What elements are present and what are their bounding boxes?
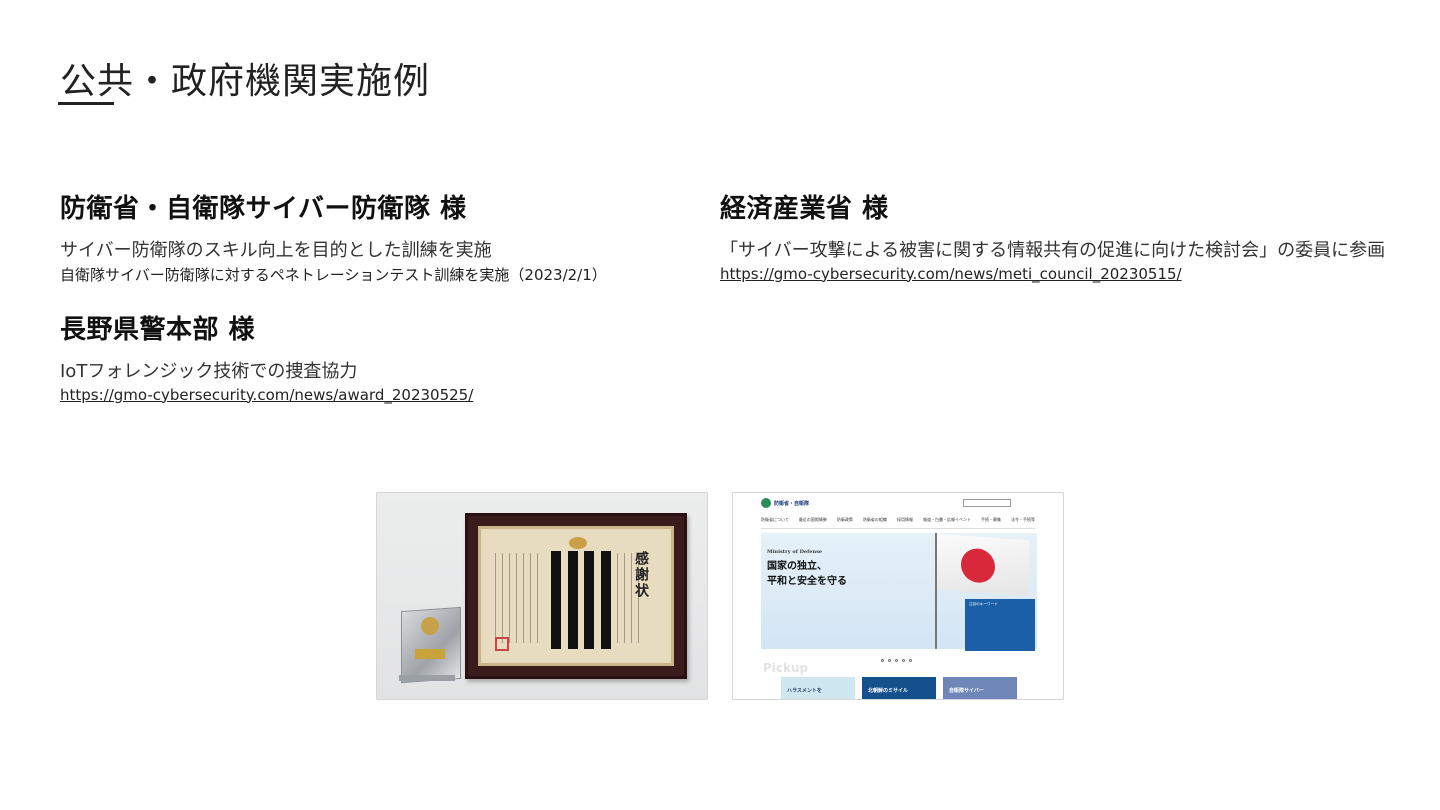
site-header: 防衛省・自衛隊 (733, 493, 1063, 513)
pickup-tile: 北朝鮮のミサイル (862, 677, 936, 699)
site-nav-item: 防衛省について (761, 517, 789, 522)
case-ministry-of-defense: 防衛省・自衛隊サイバー防衛隊 様 サイバー防衛隊のスキル向上を目的とした訓練を実… (60, 194, 607, 286)
case-description: 「サイバー攻撃による被害に関する情報共有の促進に向けた検討会」の委員に参画 (720, 240, 1386, 262)
red-stamp-icon (495, 637, 509, 651)
hero-line: 国家の独立、 (767, 561, 827, 572)
mod-logo-icon (761, 498, 771, 508)
redaction-bars (551, 551, 611, 649)
site-nav-item: 最近の国際情勢 (798, 517, 827, 522)
certificate-title: 感謝状 (633, 551, 649, 599)
case-link[interactable]: https://gmo-cybersecurity.com/news/award… (60, 386, 473, 404)
carousel-dots (881, 659, 912, 662)
site-tools (963, 499, 1011, 507)
case-link[interactable]: https://gmo-cybersecurity.com/news/meti_… (720, 265, 1182, 283)
keyword-panel-title: 注目のキーワード (969, 602, 998, 606)
site-nav-item: 採用情報 (896, 517, 913, 522)
case-note: 自衛隊サイバー防衛隊に対するペネトレーションテスト訓練を実施（2023/2/1） (60, 265, 607, 284)
site-nav-item: 防衛省の組織 (862, 517, 887, 522)
case-meti: 経済産業省 様 「サイバー攻撃による被害に関する情報共有の促進に向けた検討会」の… (720, 194, 1385, 283)
case-heading: 長野県警本部 様 (60, 315, 256, 345)
case-description: サイバー防衛隊のスキル向上を目的とした訓練を実施 (60, 240, 492, 262)
certificate-text-lines (495, 553, 543, 643)
pickup-tile-text: 北朝鮮のミサイル (868, 688, 909, 694)
site-nav-item: 防衛政策 (836, 517, 853, 522)
site-nav-item: 手続・募集 (980, 517, 1001, 522)
hero-copy: 国家の独立、 平和と安全を守る (767, 559, 847, 589)
trophy-base (399, 675, 455, 681)
case-description: IoTフォレンジック技術での捜査協力 (60, 361, 358, 383)
site-search-box (963, 499, 1011, 507)
flag-sun (961, 547, 995, 584)
keyword-panel: 注目のキーワード (965, 599, 1035, 651)
trophy-plate (415, 649, 445, 659)
site-nav-item: 法令・手続等 (1011, 517, 1035, 522)
pickup-tile: 自衛隊サイバー (943, 677, 1017, 699)
case-heading: 経済産業省 様 (720, 194, 889, 224)
title-underline (58, 102, 114, 105)
pickup-tile-text: 自衛隊サイバー (949, 688, 984, 694)
certificate-photo: 感謝状 (376, 492, 708, 700)
site-logo: 防衛省・自衛隊 (774, 500, 810, 507)
trophy-emblem-icon (421, 617, 439, 635)
gold-seal-icon (569, 537, 587, 549)
case-nagano-police: 長野県警本部 様 IoTフォレンジック技術での捜査協力 https://gmo-… (60, 315, 473, 404)
pickup-tile-text: ハラスメントを (787, 688, 822, 694)
case-heading: 防衛省・自衛隊サイバー防衛隊 様 (60, 194, 467, 224)
pickup-label: Pickup (763, 661, 809, 675)
page-title: 公共・政府機関実施例 (60, 61, 431, 102)
site-nav-item: 報道・白書・広報イベント (922, 517, 971, 522)
certificate-paper: 感謝状 (478, 526, 674, 666)
japan-flag-icon (937, 533, 1029, 597)
hero-line: 平和と安全を守る (767, 576, 847, 587)
certificate-frame: 感謝状 (465, 513, 687, 679)
site-nav: 防衛省について 最近の国際情勢 防衛政策 防衛省の組織 採用情報 報道・白書・広… (761, 517, 1035, 529)
pickup-tile: ハラスメントを (781, 677, 855, 699)
mod-website-screenshot: 防衛省・自衛隊 防衛省について 最近の国際情勢 防衛政策 防衛省の組織 採用情報… (732, 492, 1064, 700)
hero-ministry-label: Ministry of Defense (767, 549, 823, 555)
